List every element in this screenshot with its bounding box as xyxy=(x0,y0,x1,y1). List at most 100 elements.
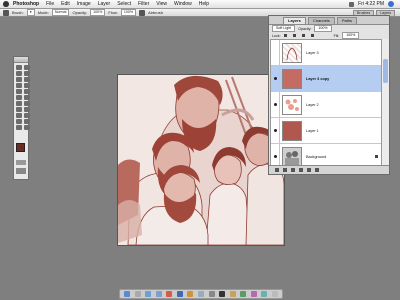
menu-filter[interactable]: Filter xyxy=(138,0,149,8)
app-icon[interactable] xyxy=(240,291,247,297)
dodge-tool-icon[interactable] xyxy=(24,101,30,106)
brush-picker[interactable]: ● xyxy=(26,9,35,16)
system-prefs-icon[interactable] xyxy=(208,291,215,297)
lasso-tool-icon[interactable] xyxy=(16,71,22,76)
background-lock-icon xyxy=(375,155,378,158)
trash-icon[interactable] xyxy=(315,168,319,172)
layer-row[interactable]: Layer 1 xyxy=(271,118,381,144)
new-layer-icon[interactable] xyxy=(307,168,311,172)
crop-tool-icon[interactable] xyxy=(16,77,22,82)
foreground-color-swatch[interactable] xyxy=(16,143,25,152)
layer-thumbnail xyxy=(282,120,302,141)
apple-menu-icon[interactable] xyxy=(3,1,9,7)
ical-icon[interactable] xyxy=(166,291,173,297)
blend-mode-select[interactable]: Soft Light xyxy=(272,25,296,32)
spotlight-icon[interactable] xyxy=(388,1,394,7)
menu-app-name[interactable]: Photoshop xyxy=(13,0,39,8)
volume-icon[interactable] xyxy=(349,1,355,7)
layer-row-selected[interactable]: Layer 3 copy xyxy=(271,66,381,92)
menu-layer[interactable]: Layer xyxy=(98,0,111,8)
menu-image[interactable]: Image xyxy=(77,0,91,8)
mail-icon[interactable] xyxy=(134,291,141,297)
photoshop-icon[interactable] xyxy=(176,291,183,297)
layer-thumbnail xyxy=(282,42,302,63)
screen-mode-icon[interactable] xyxy=(16,168,26,174)
layer-mask-icon[interactable] xyxy=(283,168,287,172)
safari-icon[interactable] xyxy=(145,291,152,297)
menu-file[interactable]: File xyxy=(46,0,54,8)
shape-tool-icon[interactable] xyxy=(24,113,30,118)
quick-mask-mode-icon[interactable] xyxy=(16,160,26,165)
new-set-icon[interactable] xyxy=(291,168,295,172)
preview-icon[interactable] xyxy=(197,291,204,297)
itunes-icon[interactable] xyxy=(155,291,162,297)
layer-opacity-field[interactable]: 100% xyxy=(314,25,332,32)
hand-tool-icon[interactable] xyxy=(16,125,22,130)
blur-tool-icon[interactable] xyxy=(16,101,22,106)
flow-field[interactable]: 100% xyxy=(120,9,137,16)
artwork-illustration xyxy=(118,75,284,245)
layer-name: Layer 2 xyxy=(306,102,319,107)
visibility-toggle[interactable] xyxy=(271,40,280,65)
type-tool-icon[interactable] xyxy=(24,107,30,112)
app-icon[interactable] xyxy=(250,291,257,297)
marquee-tool-icon[interactable] xyxy=(16,65,22,70)
document-canvas[interactable] xyxy=(118,75,284,245)
airbrush-icon[interactable] xyxy=(139,9,146,16)
clock[interactable]: Fri 4:22 PM xyxy=(358,0,384,8)
notes-tool-icon[interactable] xyxy=(16,119,22,124)
menu-select[interactable]: Select xyxy=(117,0,131,8)
trash-dock-icon[interactable] xyxy=(271,291,278,297)
brush-tool-icon-box[interactable] xyxy=(24,83,30,88)
history-brush-tool-icon[interactable] xyxy=(24,89,30,94)
tab-channels[interactable]: Channels xyxy=(307,17,335,24)
layer-style-icon[interactable] xyxy=(275,168,279,172)
visibility-toggle[interactable] xyxy=(271,66,280,91)
visibility-toggle[interactable] xyxy=(271,92,280,117)
layer-row[interactable]: Layer 2 xyxy=(271,92,381,118)
menu-view[interactable]: View xyxy=(156,0,167,8)
menu-edit[interactable]: Edit xyxy=(61,0,70,8)
layer-list: Layer 3 Layer 3 copy Layer 2 Layer 1 Bac… xyxy=(270,39,382,166)
eraser-tool-icon[interactable] xyxy=(16,95,22,100)
lock-label: Lock: xyxy=(272,33,281,38)
move-tool-icon[interactable] xyxy=(24,65,30,70)
menu-window[interactable]: Window xyxy=(174,0,192,8)
eye-icon xyxy=(273,155,277,158)
adjustment-layer-icon[interactable] xyxy=(299,168,303,172)
palette-footer xyxy=(269,165,389,174)
layer-row[interactable]: Background xyxy=(271,144,381,165)
lock-all-icon[interactable] xyxy=(310,34,314,37)
magic-wand-tool-icon[interactable] xyxy=(24,71,30,76)
brush-tool-icon[interactable] xyxy=(3,9,9,16)
layer-list-scrollbar[interactable] xyxy=(381,39,389,166)
illustrator-icon[interactable] xyxy=(187,291,194,297)
tab-paths[interactable]: Paths xyxy=(336,17,358,24)
eyedropper-tool-icon[interactable] xyxy=(24,119,30,124)
opacity-field[interactable]: 100% xyxy=(90,9,106,16)
zoom-tool-icon[interactable] xyxy=(24,125,30,130)
healing-brush-tool-icon[interactable] xyxy=(16,83,22,88)
gradient-tool-icon[interactable] xyxy=(24,95,30,100)
layer-name: Layer 3 copy xyxy=(306,76,330,81)
lock-pixels-icon[interactable] xyxy=(292,34,296,37)
scroll-thumb[interactable] xyxy=(383,59,388,83)
lock-position-icon[interactable] xyxy=(301,34,305,37)
layer-row[interactable]: Layer 3 xyxy=(271,40,381,66)
pen-tool-icon[interactable] xyxy=(16,113,22,118)
app-icon[interactable] xyxy=(229,291,236,297)
visibility-toggle[interactable] xyxy=(271,144,280,165)
visibility-toggle[interactable] xyxy=(271,118,280,143)
tab-layers[interactable]: Layers xyxy=(283,17,306,24)
app-icon[interactable] xyxy=(261,291,268,297)
fill-field[interactable]: 100% xyxy=(342,32,360,39)
terminal-icon[interactable] xyxy=(219,291,226,297)
slice-tool-icon[interactable] xyxy=(24,77,30,82)
mode-select[interactable]: Normal xyxy=(51,9,70,16)
stamp-tool-icon[interactable] xyxy=(16,89,22,94)
lock-transparency-icon[interactable] xyxy=(283,34,287,37)
menu-help[interactable]: Help xyxy=(199,0,209,8)
layer-thumbnail xyxy=(282,94,302,115)
finder-icon[interactable] xyxy=(124,291,131,297)
path-select-tool-icon[interactable] xyxy=(16,107,22,112)
